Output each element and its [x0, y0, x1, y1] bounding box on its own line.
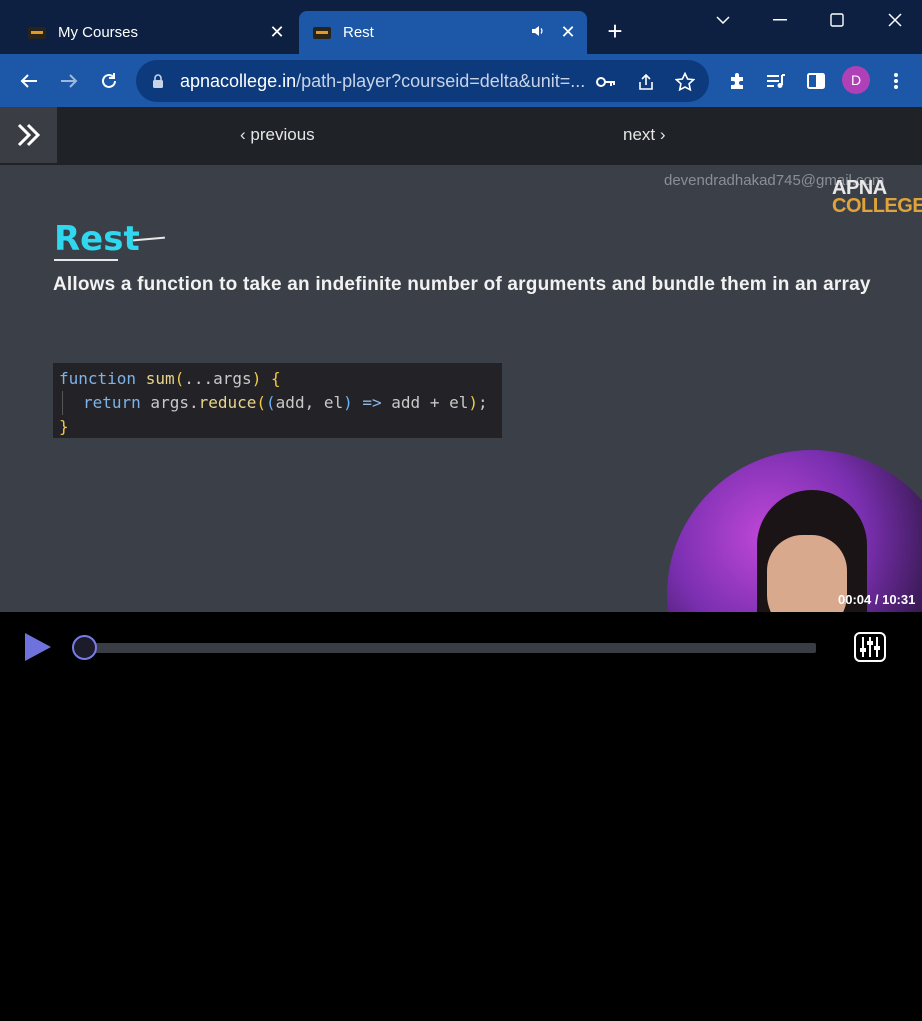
title-underline	[54, 259, 118, 261]
side-panel-icon[interactable]	[801, 66, 831, 96]
back-button[interactable]	[14, 66, 44, 96]
double-chevron-right-icon	[17, 123, 40, 147]
key-icon[interactable]	[595, 71, 617, 93]
url-text[interactable]: apnacollege.in/path-player?courseid=delt…	[180, 71, 590, 92]
minimize-button[interactable]	[765, 6, 795, 34]
slide-title: Rest	[54, 219, 140, 259]
close-window-button[interactable]	[880, 6, 910, 34]
apna-college-favicon-icon	[28, 26, 46, 39]
extensions-icon[interactable]	[722, 66, 752, 96]
browser-toolbar: apnacollege.in/path-player?courseid=delt…	[0, 54, 922, 107]
previous-link[interactable]: ‹ previous	[240, 125, 315, 145]
code-block: function sum(...args) { return args.redu…	[53, 363, 502, 438]
share-icon[interactable]	[635, 71, 657, 93]
video-frame[interactable]: devendradhakad745@gmail.com APNA COLLEGE…	[0, 165, 922, 612]
player-controls	[0, 612, 922, 1021]
close-tab-icon[interactable]: ✕	[266, 22, 288, 44]
apna-college-logo: APNA COLLEGE	[832, 177, 922, 217]
browser-window: My Courses ✕ Rest ✕ + apnacollege.in/pat…	[0, 0, 922, 1021]
new-tab-button[interactable]: +	[603, 18, 627, 44]
address-bar[interactable]: apnacollege.in/path-player?courseid=delt…	[136, 60, 709, 102]
media-control-icon[interactable]	[761, 66, 791, 96]
code-line-2: return args.reduce((add, el) => add + el…	[62, 391, 496, 415]
maximize-button[interactable]	[822, 6, 852, 34]
settings-button[interactable]	[854, 632, 886, 662]
bookmark-star-icon[interactable]	[674, 71, 696, 93]
close-tab-icon[interactable]: ✕	[557, 22, 579, 44]
code-line-3: }	[59, 417, 69, 436]
apna-college-favicon-icon	[313, 26, 331, 39]
audio-playing-icon[interactable]	[531, 25, 545, 40]
seek-bar[interactable]	[80, 643, 816, 653]
tab-strip: My Courses ✕ Rest ✕ +	[0, 0, 922, 54]
reload-button[interactable]	[94, 66, 124, 96]
previous-label: previous	[250, 125, 315, 144]
tab-my-courses[interactable]: My Courses ✕	[14, 11, 296, 54]
sidebar-toggle-button[interactable]	[0, 107, 57, 163]
play-button[interactable]	[24, 632, 52, 662]
presenter-video-circle	[667, 450, 922, 612]
tab-rest[interactable]: Rest ✕	[299, 11, 587, 54]
next-label: next	[623, 125, 656, 144]
forward-button[interactable]	[54, 66, 84, 96]
profile-avatar[interactable]: D	[842, 66, 870, 94]
course-navigation-bar: ‹ previous next ›	[0, 107, 922, 165]
slide-description: Allows a function to take an indefinite …	[53, 274, 871, 295]
seek-handle[interactable]	[72, 635, 98, 660]
equalizer-settings-icon	[860, 637, 880, 657]
menu-kebab-icon[interactable]	[881, 66, 911, 96]
lock-icon[interactable]	[152, 73, 166, 89]
code-line-1: function sum(...args) {	[59, 369, 281, 388]
play-icon	[25, 633, 51, 661]
tab-search-button[interactable]	[708, 6, 738, 34]
tab-label: My Courses	[58, 24, 139, 41]
time-display: 00:04 / 10:31	[838, 592, 916, 607]
tab-label: Rest	[343, 24, 374, 41]
next-link[interactable]: next ›	[623, 125, 666, 145]
